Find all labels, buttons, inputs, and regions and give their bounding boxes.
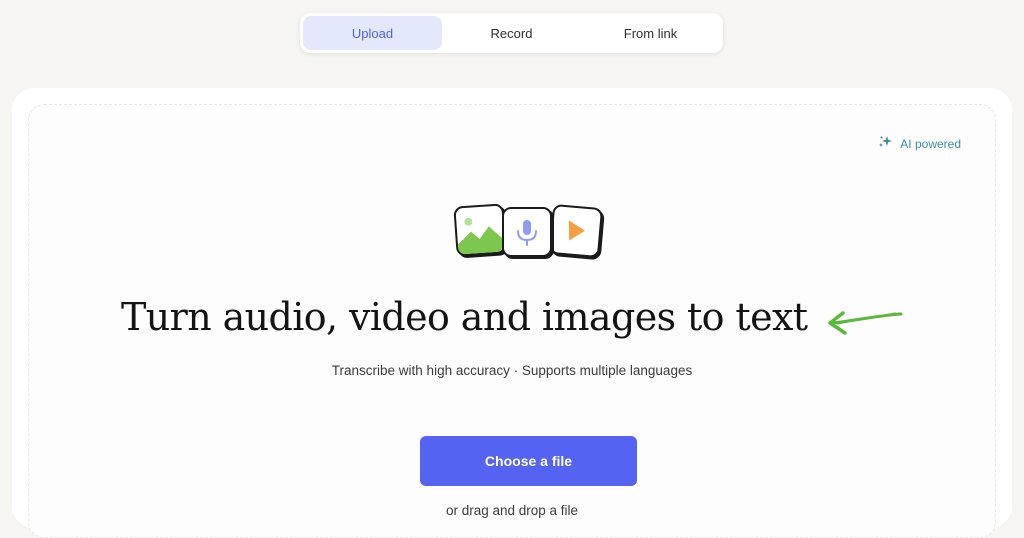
choose-file-button[interactable]: Choose a file: [420, 436, 637, 486]
upload-panel: AI powered Turn audio, video and images …: [12, 88, 1012, 538]
headline-text: Turn audio, video and images to text: [121, 295, 808, 339]
tab-upload[interactable]: Upload: [303, 16, 442, 50]
subtitle: Transcribe with high accuracy · Supports…: [331, 363, 693, 378]
play-icon: [548, 203, 604, 259]
drop-zone[interactable]: AI powered Turn audio, video and images …: [28, 104, 996, 538]
ai-badge: AI powered: [878, 135, 961, 152]
media-icons: [453, 203, 605, 265]
page-title: Turn audio, video and images to text: [29, 295, 995, 339]
ai-badge-label: AI powered: [900, 136, 961, 151]
image-icon: [453, 203, 507, 257]
tab-record[interactable]: Record: [442, 16, 581, 50]
sparkle-icon: [878, 135, 894, 152]
source-tabs: Upload Record From link: [300, 13, 723, 53]
tab-from-link[interactable]: From link: [581, 16, 720, 50]
arrow-left-icon: [828, 310, 903, 335]
microphone-icon: [502, 207, 552, 257]
